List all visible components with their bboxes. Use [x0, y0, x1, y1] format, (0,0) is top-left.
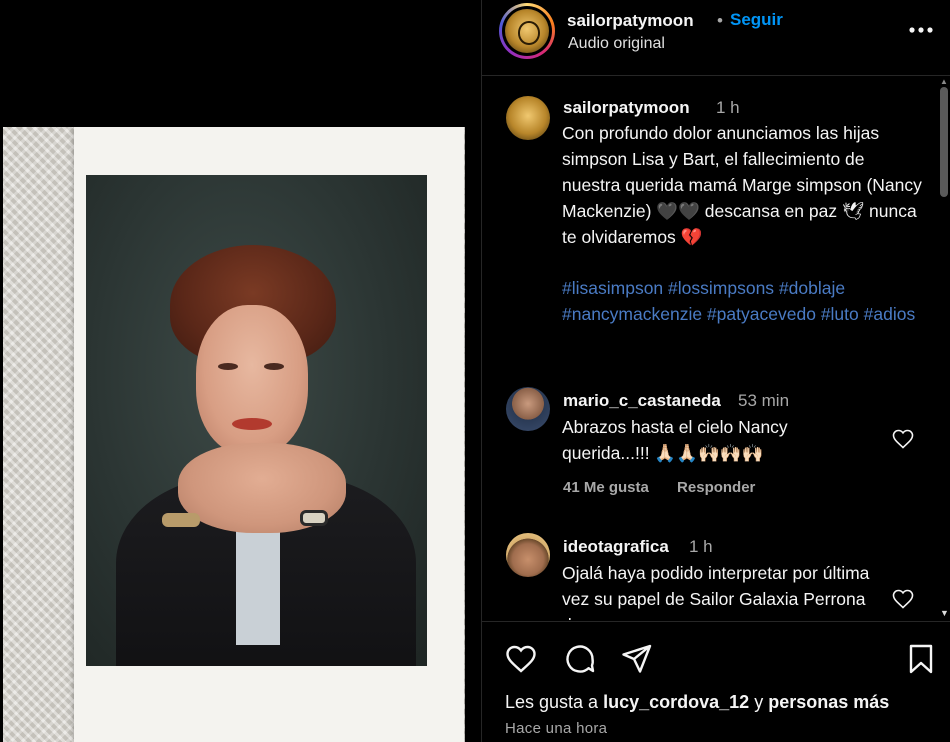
portrait-eye-left — [218, 363, 238, 370]
portrait-eye-right — [264, 363, 284, 370]
scroll-down-arrow-icon[interactable]: ▼ — [940, 608, 949, 618]
more-options-icon[interactable] — [908, 17, 934, 44]
portrait-lips — [232, 418, 272, 430]
caption-username[interactable]: sailorpatymoon — [563, 98, 690, 118]
likes-mid: y — [754, 692, 764, 712]
comment-username[interactable]: mario_c_castaneda — [563, 391, 721, 411]
post-media[interactable] — [0, 0, 481, 742]
hashtag[interactable]: #doblaje — [779, 278, 845, 298]
comment-bubble-icon[interactable] — [563, 642, 597, 676]
caption-text: Con profundo dolor anunciamos las hijas … — [562, 123, 922, 247]
sailor-moon-logo — [505, 9, 549, 53]
comment-text: Ojalá haya podido interpretar por última… — [562, 563, 870, 620]
commenter-avatar[interactable] — [506, 387, 550, 431]
commenter-avatar[interactable] — [506, 533, 550, 577]
comments-scrollbar[interactable]: ▲ ▼ — [937, 77, 950, 620]
post-header: sailorpatymoon • Seguir Audio original — [482, 0, 950, 76]
portrait-bracelet — [162, 513, 200, 527]
post-username[interactable]: sailorpatymoon — [567, 11, 694, 31]
comment-text: Abrazos hasta el cielo Nancy querida...!… — [562, 417, 788, 463]
comments-list[interactable]: sailorpatymoon 1 h Con profundo dolor an… — [482, 77, 937, 620]
post-timestamp[interactable]: Hace una hora — [505, 720, 607, 737]
portrait-blouse — [236, 515, 280, 645]
hashtag[interactable]: #lisasimpson — [562, 278, 663, 298]
comment-like-heart-icon[interactable] — [891, 427, 915, 451]
scroll-thumb[interactable] — [940, 87, 948, 197]
save-bookmark-icon[interactable] — [904, 642, 938, 676]
likes-user-link[interactable]: lucy_cordova_12 — [603, 692, 749, 712]
portrait-photo — [86, 175, 427, 666]
likes-others-link[interactable]: personas más — [768, 692, 889, 712]
comment-username[interactable]: ideotagrafica — [563, 537, 669, 557]
caption-hashtags: #lisasimpson #lossimpsons #doblaje #nanc… — [562, 275, 922, 327]
comment-time: 53 min — [738, 391, 790, 410]
hashtag[interactable]: #patyacevedo — [707, 304, 816, 324]
likes-summary: Les gusta a lucy_cordova_12 y personas m… — [505, 692, 889, 713]
post-side-panel: sailorpatymoon • Seguir Audio original s… — [481, 0, 950, 742]
post-actions: Les gusta a lucy_cordova_12 y personas m… — [482, 621, 950, 742]
hashtag[interactable]: #lossimpsons — [668, 278, 774, 298]
likes-prefix: Les gusta a — [505, 692, 599, 712]
audio-link[interactable]: Audio original — [568, 35, 665, 53]
share-paper-plane-icon[interactable] — [620, 642, 654, 676]
comment-time: 1 h — [689, 537, 713, 556]
follow-button[interactable]: Seguir — [730, 10, 783, 30]
caption-time: 1 h — [716, 98, 740, 117]
printed-photo — [74, 127, 464, 742]
separator-dot: • — [717, 11, 723, 30]
portrait-face — [196, 305, 308, 455]
scroll-up-arrow-icon[interactable]: ▲ — [940, 77, 948, 86]
portrait-watch — [300, 510, 328, 526]
comment-like-heart-icon[interactable] — [891, 587, 915, 611]
hashtag[interactable]: #nancymackenzie — [562, 304, 702, 324]
comment-likes[interactable]: 41 Me gusta — [563, 479, 649, 496]
reply-button[interactable]: Responder — [677, 479, 755, 496]
caption-avatar[interactable] — [506, 96, 550, 140]
like-heart-icon[interactable] — [504, 642, 538, 676]
comment-meta: 41 Me gusta Responder — [563, 479, 755, 496]
hashtag[interactable]: #luto — [821, 304, 859, 324]
hashtag[interactable]: #adios — [864, 304, 916, 324]
profile-avatar[interactable] — [499, 3, 555, 59]
